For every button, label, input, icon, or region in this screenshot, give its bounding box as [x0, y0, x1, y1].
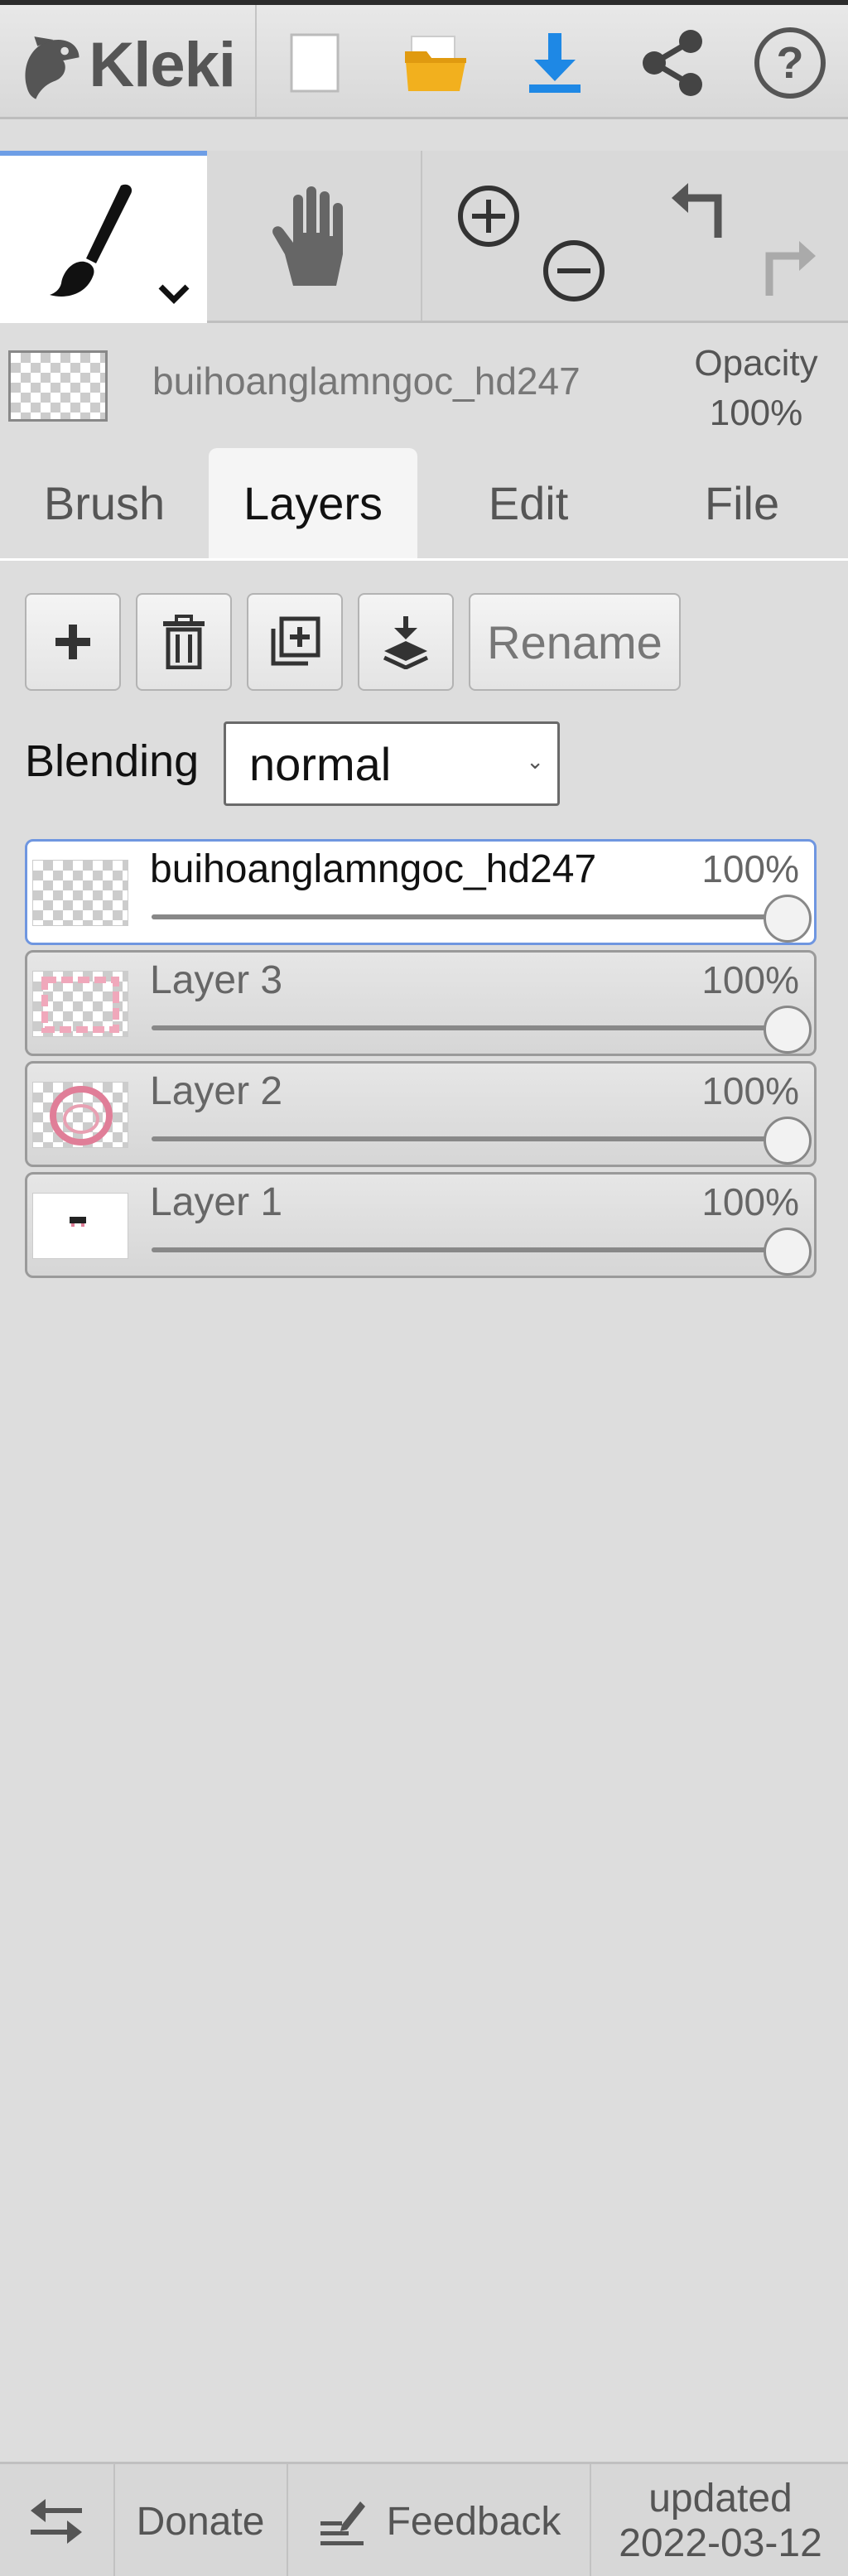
chevron-down-icon: ⌄ — [526, 749, 544, 774]
add-layer-button[interactable] — [25, 593, 121, 691]
tab-layers[interactable]: Layers — [209, 448, 417, 558]
layer-opacity-slider[interactable] — [152, 914, 799, 919]
new-document-button[interactable] — [273, 22, 356, 104]
app-name: Kleki — [89, 29, 236, 100]
layer-opacity-slider[interactable] — [152, 1247, 799, 1252]
layer-item-layer-2[interactable]: Layer 2 100% — [25, 1061, 817, 1167]
swap-arrows-icon — [31, 2499, 82, 2544]
redo-icon — [765, 241, 816, 296]
swap-side-button[interactable] — [0, 2464, 113, 2576]
feedback-label: Feedback — [386, 2499, 561, 2544]
zoom-out-icon — [543, 240, 605, 301]
brush-tool-button[interactable] — [0, 151, 207, 323]
blending-label: Blending — [25, 736, 200, 786]
chevron-down-icon[interactable] — [156, 282, 192, 306]
kleki-logo-icon — [25, 36, 80, 99]
layer-opacity-knob[interactable] — [764, 1117, 812, 1165]
layer-item-layer-3[interactable]: Layer 3 100% — [25, 950, 817, 1056]
opacity-value: 100% — [709, 393, 803, 433]
layer-opacity: 100% — [701, 958, 799, 1001]
footer-divider — [590, 2464, 591, 2576]
current-layer-name: buihoanglamngoc_hd247 — [152, 359, 581, 403]
layer-thumbnail-art — [41, 977, 119, 1033]
updated-label: updated — [648, 2477, 793, 2521]
layer-opacity: 100% — [701, 847, 799, 890]
undo-icon — [672, 183, 722, 238]
merge-down-icon — [383, 616, 429, 669]
header-divider — [255, 5, 257, 117]
help-icon: ? — [754, 27, 826, 99]
rename-layer-button[interactable]: Rename — [469, 593, 681, 691]
layer-item-buihoanglamngoc[interactable]: buihoanglamngoc_hd247 100% — [25, 839, 817, 945]
feedback-link[interactable]: Feedback — [290, 2464, 588, 2576]
brush-icon — [50, 184, 132, 297]
layer-name: Layer 1 — [150, 1180, 283, 1224]
footer-bar: Donate Feedback updated 2022-03-12 — [0, 2462, 848, 2576]
layer-opacity-slider[interactable] — [152, 1136, 799, 1141]
layer-opacity: 100% — [701, 1069, 799, 1112]
delete-layer-button[interactable] — [136, 593, 232, 691]
download-button[interactable] — [513, 22, 596, 104]
tab-brush[interactable]: Brush — [0, 448, 209, 558]
layer-item-layer-1[interactable]: Layer 1 100% — [25, 1172, 817, 1278]
current-layer-opacity: Opacity 100% — [669, 339, 843, 438]
updated-info: updated 2022-03-12 — [593, 2464, 848, 2576]
layer-name: Layer 3 — [150, 958, 283, 1002]
zoom-in-button[interactable] — [451, 179, 526, 253]
open-folder-icon — [405, 36, 466, 91]
delete-layer-icon — [163, 615, 205, 669]
undo-button[interactable] — [664, 176, 739, 250]
layer-thumbnail — [32, 1082, 128, 1148]
duplicate-layer-button[interactable] — [247, 593, 343, 691]
current-layer-info: buihoanglamngoc_hd247 Opacity 100% — [0, 326, 848, 440]
layer-name: buihoanglamngoc_hd247 — [150, 847, 597, 891]
hand-icon — [272, 186, 343, 286]
opacity-label: Opacity — [694, 343, 818, 384]
donate-link[interactable]: Donate — [116, 2464, 285, 2576]
blending-value: normal — [249, 737, 392, 790]
blending-select[interactable]: normal ⌄ — [224, 721, 560, 806]
tab-file[interactable]: File — [638, 448, 846, 558]
kleki-logo[interactable]: Kleki — [18, 23, 236, 106]
redo-button[interactable] — [749, 234, 823, 308]
layer-opacity-slider[interactable] — [152, 1025, 799, 1030]
zoom-out-button[interactable] — [537, 234, 611, 308]
help-button[interactable]: ? — [749, 22, 831, 104]
layer-opacity: 100% — [701, 1180, 799, 1223]
hand-tool-button[interactable] — [209, 151, 419, 323]
footer-divider — [113, 2464, 115, 2576]
tab-edit[interactable]: Edit — [424, 448, 633, 558]
layer-thumbnail-art — [50, 1086, 113, 1146]
layer-opacity-knob[interactable] — [764, 1228, 812, 1276]
panel-tabs: Brush Layers Edit File — [0, 448, 848, 561]
layer-thumbnail — [32, 860, 128, 926]
top-toolbar: Kleki ? — [0, 5, 848, 119]
footer-divider — [287, 2464, 288, 2576]
layer-thumbnail — [32, 1193, 128, 1259]
feedback-pen-icon — [320, 2501, 365, 2545]
layer-name: Layer 2 — [150, 1069, 283, 1113]
merge-down-button[interactable] — [358, 593, 454, 691]
svg-text:?: ? — [777, 38, 804, 88]
zoom-in-icon — [458, 186, 519, 247]
layer-thumbnail-art — [70, 1217, 86, 1227]
current-layer-thumbnail — [8, 350, 108, 422]
tool-row — [0, 151, 848, 323]
tools-divider — [421, 151, 422, 321]
share-icon — [643, 30, 702, 96]
layer-thumbnail — [32, 971, 128, 1037]
updated-date: 2022-03-12 — [619, 2521, 822, 2565]
layer-opacity-knob[interactable] — [764, 895, 812, 943]
open-folder-button[interactable] — [394, 22, 477, 104]
duplicate-layer-icon — [271, 616, 320, 666]
share-button[interactable] — [631, 22, 714, 104]
download-icon — [529, 33, 581, 93]
new-document-icon — [290, 33, 340, 93]
add-layer-icon — [55, 625, 90, 659]
layer-opacity-knob[interactable] — [764, 1006, 812, 1054]
